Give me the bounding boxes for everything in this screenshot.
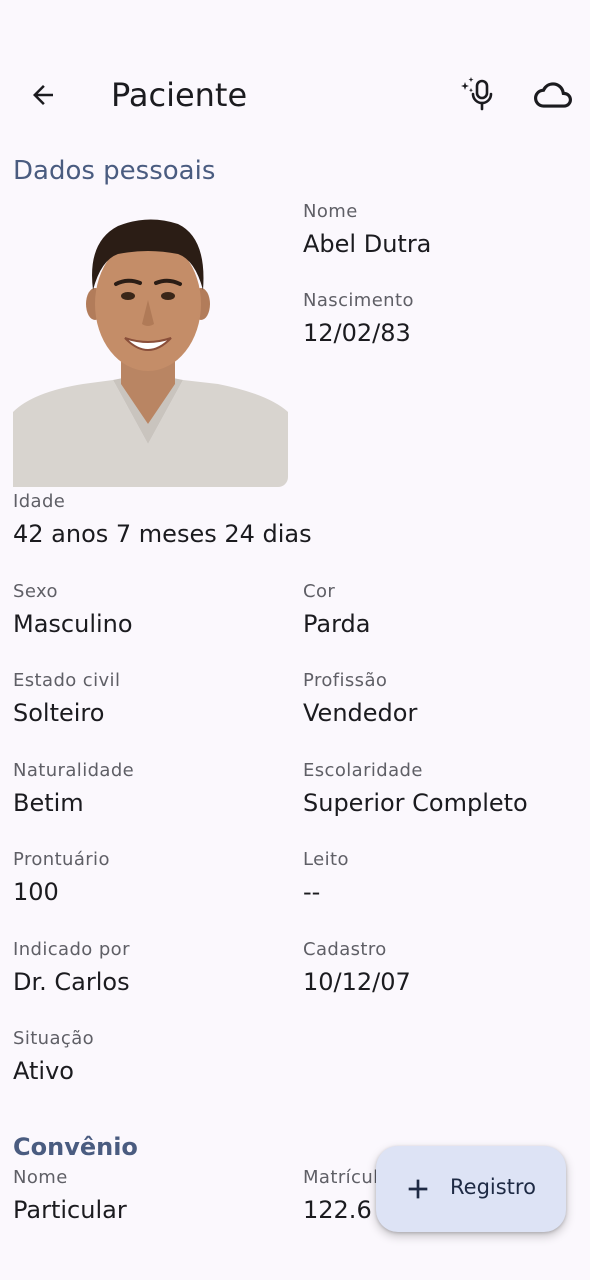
plus-icon [408, 1179, 428, 1199]
field-value: Abel Dutra [303, 230, 432, 258]
field-label: Sexo [13, 581, 58, 602]
section-title-personal: Dados pessoais [13, 156, 216, 186]
field-label: Cadastro [303, 939, 387, 960]
field-value: Vendedor [303, 699, 418, 727]
field-registered: Cadastro 10/12/07 [303, 939, 411, 997]
field-education: Escolaridade Superior Completo [303, 760, 528, 818]
back-button[interactable] [15, 67, 71, 123]
field-insurance-name: Nome Particular [13, 1167, 127, 1225]
field-label: Idade [13, 491, 66, 512]
section-title-insurance: Convênio [13, 1133, 138, 1161]
field-referred: Indicado por Dr. Carlos [13, 939, 130, 997]
fab-label: Registro [450, 1175, 536, 1199]
field-label: Estado civil [13, 670, 121, 691]
field-label: Nascimento [303, 290, 414, 311]
field-label: Situação [13, 1028, 95, 1049]
field-value: 100 [13, 878, 59, 906]
field-label: Indicado por [13, 939, 130, 960]
field-birthplace: Naturalidade Betim [13, 760, 134, 818]
field-value: Solteiro [13, 699, 105, 727]
field-value: Parda [303, 610, 371, 638]
field-bed: Leito -- [303, 849, 349, 907]
field-value: 10/12/07 [303, 968, 411, 996]
field-sex: Sexo Masculino [13, 581, 133, 639]
top-app-bar: Paciente [0, 62, 590, 128]
ai-mic-icon [461, 77, 493, 111]
field-value: 12/02/83 [303, 319, 411, 347]
page-title: Paciente [111, 76, 248, 114]
field-label: Nome [13, 1167, 68, 1188]
field-value: -- [303, 878, 321, 906]
voice-ai-button[interactable] [452, 67, 508, 123]
field-label: Prontuário [13, 849, 110, 870]
back-arrow-icon [33, 85, 53, 105]
field-profession: Profissão Vendedor [303, 670, 417, 728]
field-birth: Nascimento 12/02/83 [303, 290, 414, 348]
field-value: 42 anos 7 meses 24 dias [13, 520, 312, 548]
field-value: Masculino [13, 610, 133, 638]
cloud-icon [534, 82, 572, 108]
field-label: Naturalidade [13, 760, 135, 781]
patient-screen: Paciente Dados pessoais Nome Abel Dutra … [0, 0, 590, 1280]
field-label: Cor [303, 581, 336, 602]
field-color: Cor Parda [303, 581, 371, 639]
field-value: Ativo [13, 1057, 74, 1085]
field-marital: Estado civil Solteiro [13, 670, 120, 728]
cloud-sync-button[interactable] [525, 67, 581, 123]
field-value: Dr. Carlos [13, 968, 130, 996]
patient-photo [13, 212, 288, 487]
field-value: Particular [13, 1196, 127, 1224]
field-record: Prontuário 100 [13, 849, 110, 907]
field-label: Leito [303, 849, 349, 870]
field-value: Betim [13, 789, 84, 817]
field-label: Profissão [303, 670, 388, 691]
field-value: Superior Completo [303, 789, 528, 817]
field-age: Idade 42 anos 7 meses 24 dias [13, 491, 312, 549]
field-status: Situação Ativo [13, 1028, 94, 1086]
field-label: Escolaridade [303, 760, 423, 781]
add-record-button[interactable]: Registro [376, 1146, 566, 1232]
field-name: Nome Abel Dutra [303, 201, 431, 259]
field-label: Nome [303, 201, 358, 222]
